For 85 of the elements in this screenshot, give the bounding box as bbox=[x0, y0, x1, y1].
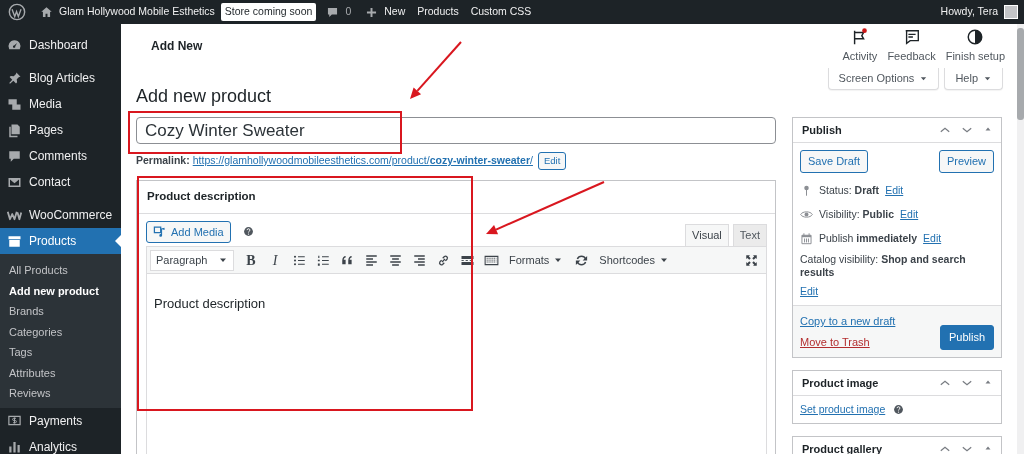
sidebar-item[interactable]: Analytics bbox=[0, 433, 121, 454]
publish-setting-text: Status: Draft bbox=[819, 183, 880, 197]
logo-icon[interactable] bbox=[8, 3, 26, 21]
submenu-item[interactable]: Categories bbox=[0, 321, 121, 342]
fullscreen-icon[interactable] bbox=[743, 252, 759, 268]
submenu-item[interactable]: Reviews bbox=[0, 383, 121, 404]
header-action[interactable]: Activity bbox=[837, 27, 883, 65]
sidebar-item[interactable]: Payments bbox=[0, 407, 121, 434]
align-right-icon[interactable] bbox=[411, 252, 427, 268]
edit-link[interactable]: Edit bbox=[885, 183, 904, 197]
trash-link[interactable]: Move to Trash bbox=[800, 333, 896, 350]
caret-icon bbox=[919, 74, 929, 83]
panel-title: Product image bbox=[802, 375, 879, 391]
sidebar-item[interactable]: Contact bbox=[0, 169, 121, 195]
speech-bubble-icon bbox=[7, 148, 22, 164]
admin-bar-link[interactable]: Products bbox=[417, 4, 459, 20]
avatar-image bbox=[1004, 5, 1018, 19]
publish-button[interactable]: Publish bbox=[939, 325, 994, 350]
annotation-arrow bbox=[410, 41, 462, 99]
copy-draft-link[interactable]: Copy to a new draft bbox=[800, 313, 896, 330]
permalink-url[interactable]: https://glamhollywoodmobileesthetics.com/product/cozy-winter-sweater/ bbox=[192, 153, 533, 169]
home-icon[interactable] bbox=[40, 5, 53, 19]
preview-button[interactable]: Preview bbox=[938, 150, 994, 173]
comment-count[interactable]: 0 bbox=[345, 4, 352, 20]
sidebar-item[interactable]: Dashboard bbox=[0, 32, 121, 58]
page-title: Add new product bbox=[136, 85, 273, 108]
speech-bubble-icon[interactable] bbox=[326, 5, 340, 19]
publish-setting-text: Publish immediately bbox=[819, 231, 918, 245]
submenu-item[interactable]: All Products bbox=[0, 260, 121, 281]
publish-setting-text: Catalog visibility: Shop and search results bbox=[800, 253, 967, 279]
editor-text: Product description bbox=[146, 274, 767, 454]
pushpin-icon bbox=[7, 70, 22, 86]
archive-box-icon bbox=[7, 233, 22, 249]
dollar-card-icon bbox=[7, 413, 22, 428]
sidebar-item[interactable]: Blog Articles bbox=[0, 65, 121, 91]
paragraph-select[interactable]: Paragraph bbox=[150, 249, 234, 271]
set-image-link[interactable]: Set product image bbox=[800, 403, 886, 416]
submenu-item[interactable]: Attributes bbox=[0, 362, 121, 383]
bold-button[interactable]: B bbox=[239, 248, 263, 272]
submenu-item[interactable]: Add new product bbox=[0, 280, 121, 301]
publish-setting-text: Visibility: Public bbox=[819, 207, 895, 221]
sidebar-item[interactable]: WooCommerce bbox=[0, 202, 121, 228]
header-action[interactable]: Feedback bbox=[882, 27, 941, 65]
header-action[interactable]: Finish setup bbox=[940, 27, 1010, 65]
sidebar-item[interactable]: Pages bbox=[0, 117, 121, 143]
new-link[interactable]: New bbox=[384, 4, 406, 20]
caret-icon bbox=[983, 74, 992, 83]
site-name-link[interactable]: Glam Hollywood Mobile Esthetics bbox=[59, 4, 215, 20]
panel-title: Publish bbox=[802, 122, 842, 138]
screen-meta-tab[interactable]: Screen Options bbox=[827, 68, 940, 90]
scrollbar[interactable] bbox=[1017, 24, 1024, 454]
breadcrumb-text: Add New bbox=[151, 38, 203, 55]
edit-button[interactable]: Edit bbox=[537, 152, 567, 170]
editor-tab[interactable]: Text bbox=[732, 224, 767, 246]
editor-tab[interactable]: Visual bbox=[685, 224, 729, 246]
edit-link[interactable]: Edit bbox=[800, 285, 819, 298]
store-status-badge: Store coming soon bbox=[220, 3, 317, 21]
panel-title: Product description bbox=[137, 181, 775, 214]
italic-button[interactable]: I bbox=[263, 248, 287, 272]
align-center-icon[interactable] bbox=[387, 252, 403, 268]
pages-icon bbox=[7, 122, 22, 138]
submenu-item[interactable]: Brands bbox=[0, 301, 121, 322]
calendar-icon bbox=[800, 231, 813, 245]
submenu-item[interactable]: Tags bbox=[0, 342, 121, 363]
toolbar-dropdown[interactable]: Shortcodes bbox=[593, 248, 675, 272]
toolbar-dropdown[interactable]: Formats bbox=[503, 248, 570, 272]
sidebar-item[interactable]: Comments bbox=[0, 143, 121, 169]
help-icon[interactable] bbox=[242, 226, 254, 237]
help-icon[interactable] bbox=[893, 404, 905, 415]
plus-icon[interactable] bbox=[365, 5, 379, 19]
edit-link[interactable]: Edit bbox=[900, 207, 919, 221]
sidebar-item[interactable]: Products bbox=[0, 228, 121, 254]
media-icon bbox=[153, 225, 167, 239]
align-left-icon[interactable] bbox=[363, 252, 379, 268]
media-icon bbox=[7, 96, 22, 112]
save-draft-button[interactable]: Save Draft bbox=[800, 150, 868, 173]
title-input[interactable]: Cozy Winter Sweater bbox=[136, 117, 776, 144]
greeting-link[interactable]: Howdy, Tera bbox=[940, 4, 998, 20]
screen-meta-tab[interactable]: Help bbox=[944, 68, 1003, 90]
sidebar-item[interactable]: Media bbox=[0, 91, 121, 117]
permalink-label: Permalink: bbox=[136, 153, 190, 169]
admin-bar-link[interactable]: Custom CSS bbox=[470, 4, 532, 20]
add-media-button[interactable]: Add Media bbox=[146, 221, 231, 243]
bar-chart-icon bbox=[7, 439, 22, 454]
edit-link[interactable]: Edit bbox=[923, 231, 942, 245]
